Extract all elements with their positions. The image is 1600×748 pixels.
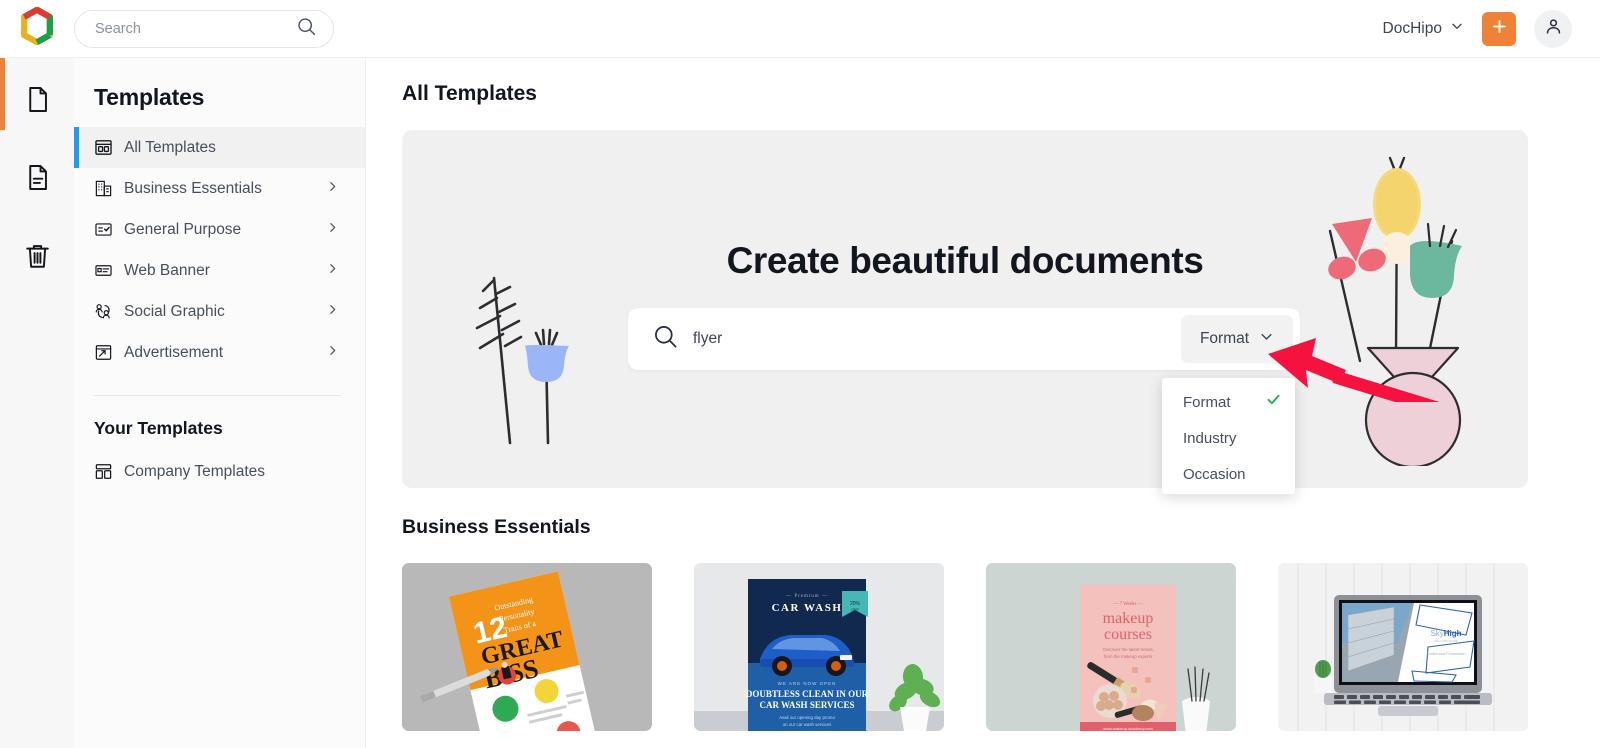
grid-layout-icon xyxy=(94,138,124,157)
sidebar-item-business-essentials[interactable]: Business Essentials xyxy=(74,168,365,209)
templates-sidebar: Templates All Templates Business Essenti… xyxy=(74,58,366,748)
account-menu[interactable]: DocHipo xyxy=(1383,19,1464,38)
building-icon xyxy=(94,179,124,198)
plus-icon xyxy=(1490,17,1509,41)
search-icon xyxy=(652,323,679,355)
your-templates-title: Your Templates xyxy=(94,418,223,438)
dropdown-item-label: Occasion xyxy=(1183,465,1246,483)
svg-text:WE ARE NOW OPEN: WE ARE NOW OPEN xyxy=(778,681,837,686)
top-bar: DocHipo xyxy=(0,0,1600,58)
app-logo[interactable] xyxy=(0,6,74,50)
sidebar-item-label: All Templates xyxy=(124,138,216,156)
svg-text:— 7 Weeks —: — 7 Weeks — xyxy=(1112,602,1143,607)
format-dropdown-button[interactable]: Format xyxy=(1181,315,1293,363)
template-card-great-boss[interactable]: 12 Outstanding Personality Traits of a G… xyxy=(402,563,652,731)
template-card-makeup-courses[interactable]: — 7 Weeks — makeup courses Discover the … xyxy=(986,563,1236,731)
chevron-right-icon xyxy=(326,180,339,198)
template-search-box[interactable]: Format xyxy=(628,308,1300,370)
template-card-skyhigh-presentation[interactable]: SkyHigh ARCHITECTURE Architectural Prese… xyxy=(1278,563,1528,731)
chevron-right-icon xyxy=(326,221,339,239)
svg-text:from the makeup experts: from the makeup experts xyxy=(1104,654,1153,659)
chevron-right-icon xyxy=(326,303,339,321)
format-dropdown-menu: Format Industry Occasion xyxy=(1162,378,1295,494)
section-title: Business Essentials xyxy=(402,516,591,538)
chevron-right-icon xyxy=(326,262,339,280)
account-name-label: DocHipo xyxy=(1382,19,1442,37)
svg-text:makeup: makeup xyxy=(1103,610,1154,627)
svg-text:on our car wash services: on our car wash services xyxy=(783,722,832,727)
dropdown-item-occasion[interactable]: Occasion xyxy=(1162,456,1295,492)
page-title: All Templates xyxy=(402,82,537,105)
trash-icon xyxy=(23,241,52,275)
search-icon xyxy=(296,16,317,42)
chevron-down-icon xyxy=(1450,19,1464,38)
template-search-input[interactable] xyxy=(679,330,1181,348)
sidebar-item-company-templates[interactable]: Company Templates xyxy=(74,451,365,492)
document-lines-icon xyxy=(23,163,52,197)
sidebar-title: Templates xyxy=(94,84,205,110)
sidebar-item-social-graphic[interactable]: Social Graphic xyxy=(74,291,365,332)
dropdown-item-label: Industry xyxy=(1183,429,1237,447)
create-new-button[interactable] xyxy=(1482,11,1516,46)
sidebar-item-general-purpose[interactable]: General Purpose xyxy=(74,209,365,250)
sidebar-item-label: Advertisement xyxy=(124,343,224,361)
svg-text:CAR WASH: CAR WASH xyxy=(772,602,843,614)
svg-text:SkyHigh: SkyHigh xyxy=(1430,629,1461,638)
user-avatar-button[interactable] xyxy=(1534,9,1572,48)
banner-icon xyxy=(94,261,124,280)
svg-text:— Premium —: — Premium — xyxy=(785,594,828,599)
sidebar-item-label: Web Banner xyxy=(124,261,210,279)
global-search-box[interactable] xyxy=(74,9,334,48)
main-content: All Templates Create beautiful documents… xyxy=(366,58,1600,748)
template-card-car-wash[interactable]: — Premium — CAR WASH 20% OFF WE ARE NOW … xyxy=(694,563,944,731)
format-button-label: Format xyxy=(1199,330,1250,347)
rail-item-blank-document[interactable] xyxy=(11,76,63,128)
dropdown-item-format[interactable]: Format xyxy=(1162,384,1295,420)
sidebar-item-all-templates[interactable]: All Templates xyxy=(74,127,365,168)
dochipo-logo-icon xyxy=(18,6,56,50)
company-layout-icon xyxy=(94,462,124,481)
rail-item-my-documents[interactable] xyxy=(11,154,63,206)
hero-headline: Create beautiful documents xyxy=(726,240,1204,281)
svg-text:Architectural Presentation: Architectural Presentation xyxy=(1427,652,1466,656)
top-bar-actions: DocHipo xyxy=(1383,9,1600,48)
check-icon xyxy=(1266,392,1281,412)
dropdown-item-industry[interactable]: Industry xyxy=(1162,420,1295,456)
sidebar-item-label: General Purpose xyxy=(124,220,242,238)
hero-banner: Create beautiful documents Format xyxy=(402,130,1528,488)
rail-active-indicator xyxy=(0,58,5,130)
template-card-grid: 12 Outstanding Personality Traits of a G… xyxy=(402,563,1528,731)
sidebar-item-web-banner[interactable]: Web Banner xyxy=(74,250,365,291)
sidebar-item-label: Company Templates xyxy=(124,462,266,480)
svg-text:CAR WASH SERVICES: CAR WASH SERVICES xyxy=(759,700,854,710)
rail-item-trash[interactable] xyxy=(11,232,63,284)
app-root: DocHipo xyxy=(0,0,1600,748)
flower-vase-illustration-icon xyxy=(1290,136,1500,471)
svg-text:Discover the latest trends: Discover the latest trends xyxy=(1103,647,1153,652)
svg-text:OFF: OFF xyxy=(851,607,860,612)
svg-text:Avail our opening day promo: Avail our opening day promo xyxy=(779,715,835,720)
global-search-input[interactable] xyxy=(95,20,296,37)
svg-text:DOUBTLESS CLEAN IN OUR: DOUBTLESS CLEAN IN OUR xyxy=(746,689,869,699)
chevron-right-icon xyxy=(326,344,339,362)
checklist-icon xyxy=(94,220,124,239)
chevron-down-icon xyxy=(1259,329,1274,349)
sidebar-item-label: Business Essentials xyxy=(124,179,262,197)
svg-text:courses: courses xyxy=(1104,626,1152,643)
ad-screen-icon xyxy=(94,343,124,362)
people-icon xyxy=(94,302,124,321)
svg-text:ARCHITECTURE: ARCHITECTURE xyxy=(1434,639,1458,643)
sidebar-item-advertisement[interactable]: Advertisement xyxy=(74,332,365,373)
svg-text:www.makeup-academy.com: www.makeup-academy.com xyxy=(1103,726,1153,731)
document-icon xyxy=(23,85,52,119)
dropdown-item-label: Format xyxy=(1183,393,1231,411)
user-avatar-icon xyxy=(1544,17,1563,41)
sidebar-item-label: Social Graphic xyxy=(124,302,225,320)
icon-rail xyxy=(0,58,74,748)
